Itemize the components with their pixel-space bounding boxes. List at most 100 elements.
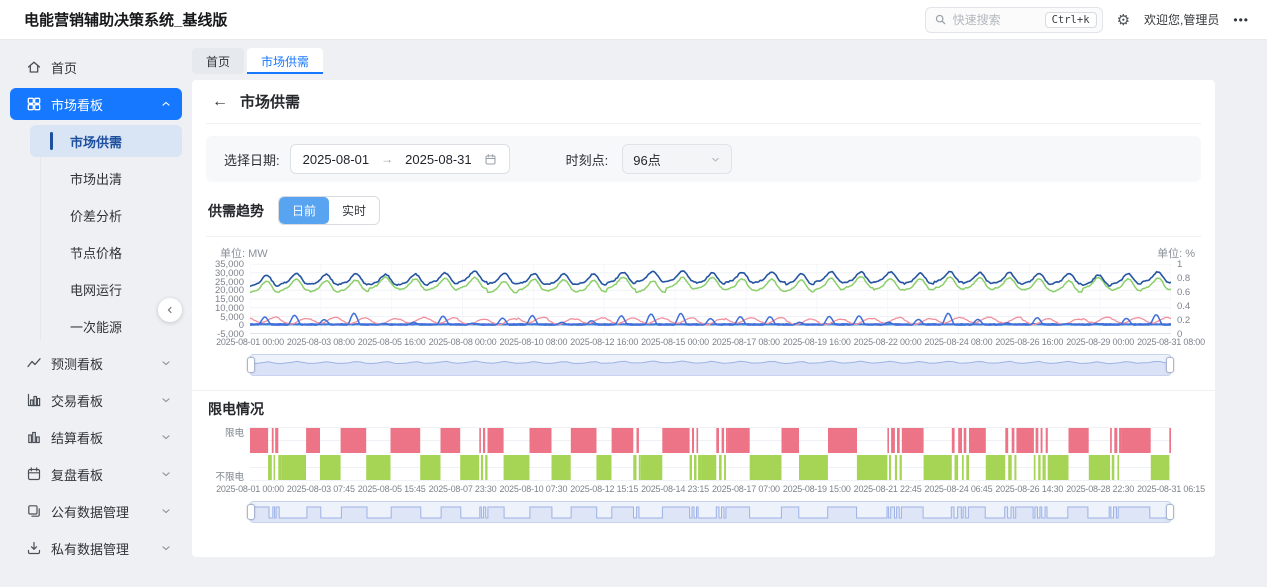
trend-toggle-group: 日前 实时 <box>278 196 380 225</box>
topbar: 电能营销辅助决策系统_基线版 Ctrl+k ⚙ 欢迎您,管理员 ••• <box>0 0 1267 40</box>
trend-chart-plot[interactable] <box>250 264 1171 334</box>
chevron-down-icon <box>160 431 172 443</box>
sidebar-subitem-price-diff[interactable]: 价差分析 <box>30 199 182 231</box>
curtail-section-title: 限电情况 <box>208 399 1201 419</box>
welcome-user-label[interactable]: 欢迎您,管理员 <box>1144 11 1219 28</box>
trend-section-header: 供需趋势 日前 实时 <box>206 196 1201 225</box>
chevron-down-icon <box>160 542 172 554</box>
page-title: 市场供需 <box>240 91 300 112</box>
calendar-icon <box>484 153 497 166</box>
toggle-day-ahead[interactable]: 日前 <box>279 197 329 224</box>
datazoom-left-handle[interactable] <box>247 504 255 520</box>
trend-datazoom-slider[interactable] <box>250 354 1171 376</box>
sidebar-subitem-node-price[interactable]: 节点价格 <box>30 236 182 268</box>
toggle-realtime[interactable]: 实时 <box>329 197 379 224</box>
curtail-chart: 限电 不限电 <box>206 427 1201 481</box>
trend-x-axis: 2025-08-01 00:002025-08-03 08:002025-08-… <box>250 337 1171 349</box>
trend-datazoom-preview <box>251 355 1170 375</box>
quick-search[interactable]: Ctrl+k <box>925 7 1103 33</box>
sidebar-collapse-button[interactable] <box>158 298 182 322</box>
date-start-value[interactable]: 2025-08-01 <box>303 152 370 167</box>
sidebar-item-label: 首页 <box>51 58 77 77</box>
time-point-select[interactable]: 96点 <box>622 144 732 174</box>
state-label-curtail: 限电 <box>225 425 244 439</box>
tab-home[interactable]: 首页 <box>192 48 244 74</box>
app-title: 电能营销辅助决策系统_基线版 <box>24 9 227 30</box>
subitem-label: 市场出清 <box>70 169 122 188</box>
curtail-datazoom-slider[interactable] <box>250 501 1171 523</box>
download-icon <box>26 540 42 556</box>
state-label-no-curtail: 不限电 <box>215 469 244 483</box>
sidebar-item-public-data[interactable]: 公有数据管理 <box>10 495 182 527</box>
subitem-label: 市场供需 <box>70 132 122 151</box>
sidebar-item-forecast-board[interactable]: 预测看板 <box>10 347 182 379</box>
back-arrow-icon[interactable]: ← <box>212 93 228 111</box>
trend-icon <box>26 355 42 371</box>
home-icon <box>26 59 42 75</box>
sidebar-item-home[interactable]: 首页 <box>10 51 182 83</box>
trend-section-title: 供需趋势 <box>208 201 264 221</box>
subitem-label: 价差分析 <box>70 206 122 225</box>
datazoom-right-handle[interactable] <box>1166 504 1174 520</box>
sidebar-item-label: 公有数据管理 <box>51 502 129 521</box>
copy-icon <box>26 503 42 519</box>
date-label: 选择日期: <box>224 150 280 169</box>
subitem-label: 一次能源 <box>70 317 122 336</box>
chevron-down-icon <box>160 357 172 369</box>
time-point-label: 时刻点: <box>566 150 609 169</box>
y-axis-right: 10.80.60.40.20 <box>1171 264 1201 334</box>
sidebar-subitem-market-clearing[interactable]: 市场出清 <box>30 162 182 194</box>
bar-chart-icon <box>26 392 42 408</box>
gear-icon[interactable]: ⚙ <box>1117 11 1130 29</box>
curtail-chart-plot[interactable] <box>250 427 1171 481</box>
date-end-value[interactable]: 2025-08-31 <box>405 152 472 167</box>
filter-bar: 选择日期: 2025-08-01 → 2025-08-31 时刻点: 96点 <box>206 136 1201 182</box>
search-shortcut-kbd: Ctrl+k <box>1045 12 1097 28</box>
sidebar-item-label: 交易看板 <box>51 391 103 410</box>
chevron-left-icon <box>165 305 175 315</box>
search-input[interactable] <box>953 13 1039 27</box>
column-chart-icon <box>26 429 42 445</box>
sidebar-item-private-data[interactable]: 私有数据管理 <box>10 532 182 564</box>
chevron-down-icon <box>160 394 172 406</box>
sidebar-subitem-grid-operation[interactable]: 电网运行 <box>30 273 182 305</box>
search-icon <box>934 13 947 26</box>
chevron-up-icon <box>160 98 172 110</box>
curtail-y-axis: 限电 不限电 <box>206 427 250 481</box>
sidebar-item-trade-board[interactable]: 交易看板 <box>10 384 182 416</box>
dashboard-icon <box>26 96 42 112</box>
divider <box>206 236 1201 237</box>
chevron-down-icon <box>160 505 172 517</box>
subitem-label: 电网运行 <box>70 280 122 299</box>
sidebar-item-review-board[interactable]: 复盘看板 <box>10 458 182 490</box>
time-point-value: 96点 <box>633 150 660 169</box>
date-range-arrow: → <box>381 152 393 166</box>
sidebar-item-label: 复盘看板 <box>51 465 103 484</box>
sidebar-item-label: 市场看板 <box>51 95 103 114</box>
sidebar: 首页 市场看板 市场供需 市场出清 价差分析 节点价格 电网运行 一次能源 预测… <box>0 40 192 587</box>
more-menu-button[interactable]: ••• <box>1233 13 1249 27</box>
sidebar-subitem-market-supply-demand[interactable]: 市场供需 <box>30 125 182 157</box>
chevron-down-icon <box>710 154 721 165</box>
sidebar-item-label: 预测看板 <box>51 354 103 373</box>
y-axis-left: 35,00030,00025,00020,00015,00010,0005,00… <box>206 264 250 334</box>
page-card: ← 市场供需 选择日期: 2025-08-01 → 2025-08-31 时刻点… <box>192 80 1215 557</box>
page-header: ← 市场供需 <box>206 80 1201 124</box>
sidebar-item-market-board[interactable]: 市场看板 <box>10 88 182 120</box>
subitem-label: 节点价格 <box>70 243 122 262</box>
section-divider <box>192 390 1215 391</box>
curtail-datazoom-preview <box>251 502 1170 522</box>
main-content: 首页 市场供需 ← 市场供需 选择日期: 2025-08-01 → 2025-0… <box>192 40 1267 587</box>
datazoom-left-handle[interactable] <box>247 357 255 373</box>
datazoom-right-handle[interactable] <box>1166 357 1174 373</box>
trend-chart: 35,00030,00025,00020,00015,00010,0005,00… <box>206 264 1201 334</box>
curtail-x-axis: 2025-08-01 00:002025-08-03 07:452025-08-… <box>250 484 1171 496</box>
chart-unit-row: 单位: MW 单位: % <box>206 243 1201 264</box>
sidebar-item-settlement-board[interactable]: 结算看板 <box>10 421 182 453</box>
sidebar-item-label: 结算看板 <box>51 428 103 447</box>
chevron-down-icon <box>160 468 172 480</box>
date-range-picker[interactable]: 2025-08-01 → 2025-08-31 <box>290 144 510 174</box>
tab-market-supply-demand[interactable]: 市场供需 <box>247 48 323 74</box>
calendar-icon <box>26 466 42 482</box>
tabbar: 首页 市场供需 <box>192 48 1215 74</box>
